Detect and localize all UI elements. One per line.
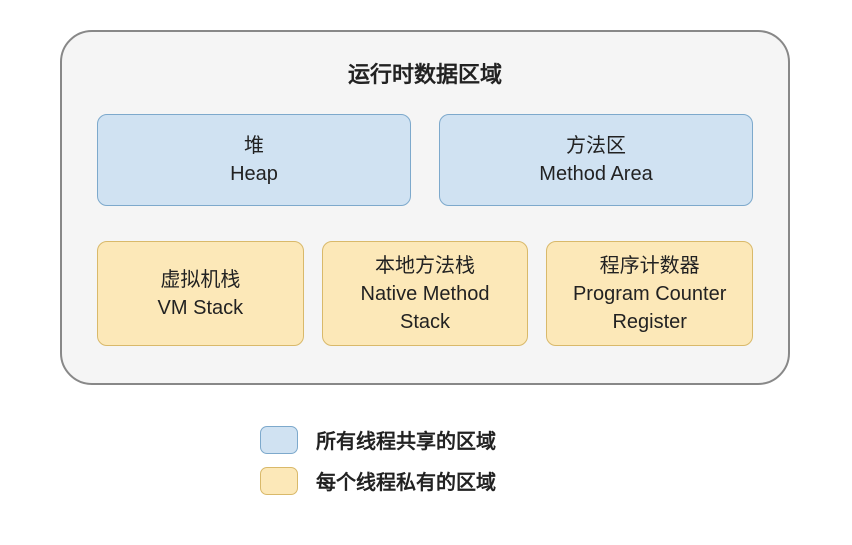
pc-register-en1-label: Program Counter	[573, 280, 726, 308]
runtime-data-area-container: 运行时数据区域 堆 Heap 方法区 Method Area 虚拟机栈 VM S…	[60, 30, 790, 385]
legend-swatch-shared	[260, 426, 298, 454]
shared-row: 堆 Heap 方法区 Method Area	[97, 114, 753, 206]
legend-text-private: 每个线程私有的区域	[316, 466, 496, 495]
native-method-stack-en1-label: Native Method	[361, 280, 490, 308]
pc-register-cn-label: 程序计数器	[600, 252, 700, 280]
vm-stack-box: 虚拟机栈 VM Stack	[97, 241, 304, 346]
method-area-en-label: Method Area	[539, 160, 652, 188]
legend-text-shared: 所有线程共享的区域	[316, 425, 496, 454]
heap-cn-label: 堆	[244, 132, 264, 160]
vm-stack-cn-label: 虚拟机栈	[160, 266, 240, 294]
legend-swatch-private	[260, 467, 298, 495]
legend: 所有线程共享的区域 每个线程私有的区域	[260, 425, 496, 495]
heap-box: 堆 Heap	[97, 114, 411, 206]
method-area-cn-label: 方法区	[566, 132, 626, 160]
program-counter-register-box: 程序计数器 Program Counter Register	[546, 241, 753, 346]
legend-row-private: 每个线程私有的区域	[260, 466, 496, 495]
native-method-stack-cn-label: 本地方法栈	[375, 252, 475, 280]
legend-row-shared: 所有线程共享的区域	[260, 425, 496, 454]
pc-register-en2-label: Register	[612, 308, 686, 336]
native-method-stack-en2-label: Stack	[400, 308, 450, 336]
heap-en-label: Heap	[230, 160, 278, 188]
private-row: 虚拟机栈 VM Stack 本地方法栈 Native Method Stack …	[97, 241, 753, 346]
method-area-box: 方法区 Method Area	[439, 114, 753, 206]
native-method-stack-box: 本地方法栈 Native Method Stack	[322, 241, 529, 346]
vm-stack-en-label: VM Stack	[158, 294, 244, 322]
diagram-title: 运行时数据区域	[97, 57, 753, 89]
